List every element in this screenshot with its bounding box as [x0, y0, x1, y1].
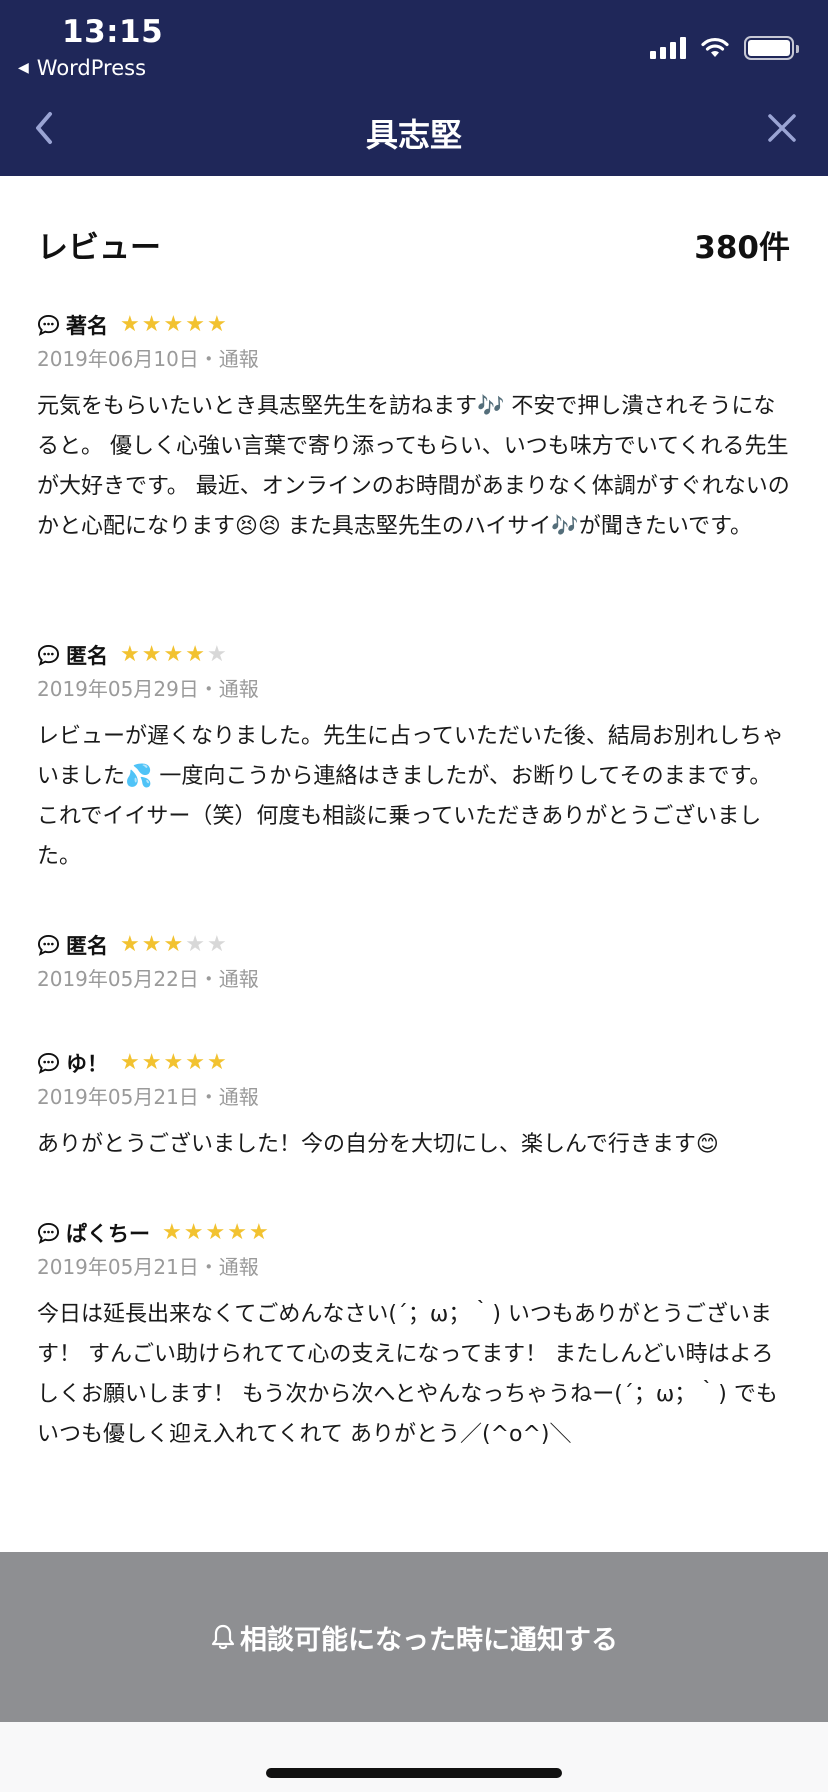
star-filled-icon: ★	[162, 1220, 182, 1245]
star-filled-icon: ★	[163, 312, 184, 337]
battery-icon	[744, 36, 799, 60]
review-date: 2019年05月21日	[37, 1085, 199, 1109]
bell-icon	[211, 1624, 235, 1650]
wifi-icon	[701, 37, 729, 57]
star-filled-icon: ★	[163, 932, 184, 957]
reviewer-name: ゆ！	[66, 1052, 108, 1076]
back-app-label: WordPress	[36, 56, 147, 80]
star-empty-icon: ★	[206, 642, 227, 667]
home-indicator[interactable]	[266, 1768, 562, 1778]
star-filled-icon: ★	[141, 932, 162, 957]
star-filled-icon: ★	[120, 312, 140, 337]
star-rating: ★ ★ ★ ★ ★	[120, 644, 227, 666]
reviewer-name: ぱくちー	[66, 1222, 150, 1246]
star-filled-icon: ★	[163, 1050, 184, 1075]
star-filled-icon: ★	[141, 642, 162, 667]
star-rating: ★ ★ ★ ★ ★	[162, 1222, 269, 1244]
reviews-heading: レビュー	[37, 230, 161, 266]
back-to-app-link[interactable]: ◀ WordPress	[18, 56, 146, 80]
star-rating: ★ ★ ★ ★ ★	[120, 934, 227, 956]
report-link[interactable]: 通報	[219, 677, 259, 701]
notify-button-label: 相談可能になった時に通知する	[240, 1624, 618, 1656]
report-link[interactable]: 通報	[219, 1085, 259, 1109]
star-filled-icon: ★	[205, 1220, 226, 1245]
star-rating: ★ ★ ★ ★ ★	[120, 314, 227, 336]
star-filled-icon: ★	[120, 1050, 140, 1075]
footer	[0, 1722, 828, 1792]
star-filled-icon: ★	[185, 642, 205, 667]
status-icons	[650, 36, 799, 60]
star-filled-icon: ★	[163, 642, 184, 667]
star-filled-icon: ★	[227, 1220, 247, 1245]
review-body: 今日は延長出来なくてごめんなさい(´；ω；｀) いつもありがとうございます！ す…	[37, 1302, 778, 1447]
cellular-signal-icon	[650, 37, 686, 59]
star-filled-icon: ★	[206, 312, 227, 337]
comment-bubble-icon	[37, 934, 60, 956]
review-item: 匿名 ★ ★ ★ ★ ★ 2019年05月22日・通報	[37, 931, 790, 992]
star-filled-icon: ★	[120, 642, 140, 667]
page-title: 具志堅	[365, 116, 462, 154]
review-date: 2019年05月21日	[37, 1255, 199, 1279]
reviews-section: レビュー 380件 著名 ★ ★ ★ ★ ★ 2019年06月10日・通報 元気をもらい…	[0, 176, 828, 1552]
star-filled-icon: ★	[206, 1050, 227, 1075]
review-item: 著名 ★ ★ ★ ★ ★ 2019年06月10日・通報 元気をもらいたいとき具志堅先生を…	[37, 311, 790, 547]
star-filled-icon: ★	[183, 1220, 204, 1245]
reviews-count: 380件	[694, 230, 790, 266]
reviews-header: レビュー 380件	[37, 222, 790, 267]
star-filled-icon: ★	[120, 932, 140, 957]
review-date: 2019年06月10日	[37, 347, 199, 371]
reviewer-name: 匿名	[66, 934, 108, 958]
meta-separator: ・	[198, 967, 219, 991]
star-filled-icon: ★	[248, 1220, 269, 1245]
comment-bubble-icon	[37, 644, 60, 666]
close-icon[interactable]	[766, 112, 798, 144]
comment-bubble-icon	[37, 1222, 60, 1244]
meta-separator: ・	[198, 347, 219, 371]
star-filled-icon: ★	[141, 1050, 162, 1075]
report-link[interactable]: 通報	[219, 347, 259, 371]
report-link[interactable]: 通報	[219, 967, 259, 991]
status-time: 13:15	[62, 14, 164, 50]
star-filled-icon: ★	[185, 312, 205, 337]
review-date: 2019年05月29日	[37, 677, 199, 701]
report-link[interactable]: 通報	[219, 1255, 259, 1279]
comment-bubble-icon	[37, 314, 60, 336]
review-item: ぱくちー ★ ★ ★ ★ ★ 2019年05月21日・通報 今日は延長出来なくてごめんな…	[37, 1219, 790, 1455]
star-rating: ★ ★ ★ ★ ★	[120, 1052, 227, 1074]
reviewer-name: 匿名	[66, 644, 108, 668]
review-item: ゆ！ ★ ★ ★ ★ ★ 2019年05月21日・通報 ありがとうございました！今の自分…	[37, 1049, 790, 1165]
meta-separator: ・	[198, 1255, 219, 1279]
review-body: ありがとうございました！今の自分を大切にし、楽しんで行きます😊	[37, 1132, 719, 1157]
review-body: レビューが遅くなりました。先生に占っていただいた後、結局お別れしちゃいました💦 …	[37, 724, 784, 869]
notify-when-available-button[interactable]: 相談可能になった時に通知する	[0, 1552, 828, 1722]
back-triangle-icon: ◀	[18, 60, 29, 76]
header: 13:15 ◀ WordPress 具志堅	[0, 0, 828, 176]
star-filled-icon: ★	[185, 1050, 205, 1075]
review-date: 2019年05月22日	[37, 967, 199, 991]
star-empty-icon: ★	[185, 932, 205, 957]
meta-separator: ・	[198, 1085, 219, 1109]
reviewer-name: 著名	[66, 314, 108, 338]
star-empty-icon: ★	[206, 932, 227, 957]
review-item: 匿名 ★ ★ ★ ★ ★ 2019年05月29日・通報 レビューが遅くなりました。先生に…	[37, 641, 790, 877]
review-body: 元気をもらいたいとき具志堅先生を訪ねます🎶 不安で押し潰されそうになると。 優し…	[37, 394, 790, 539]
star-filled-icon: ★	[141, 312, 162, 337]
meta-separator: ・	[198, 677, 219, 701]
comment-bubble-icon	[37, 1052, 60, 1074]
